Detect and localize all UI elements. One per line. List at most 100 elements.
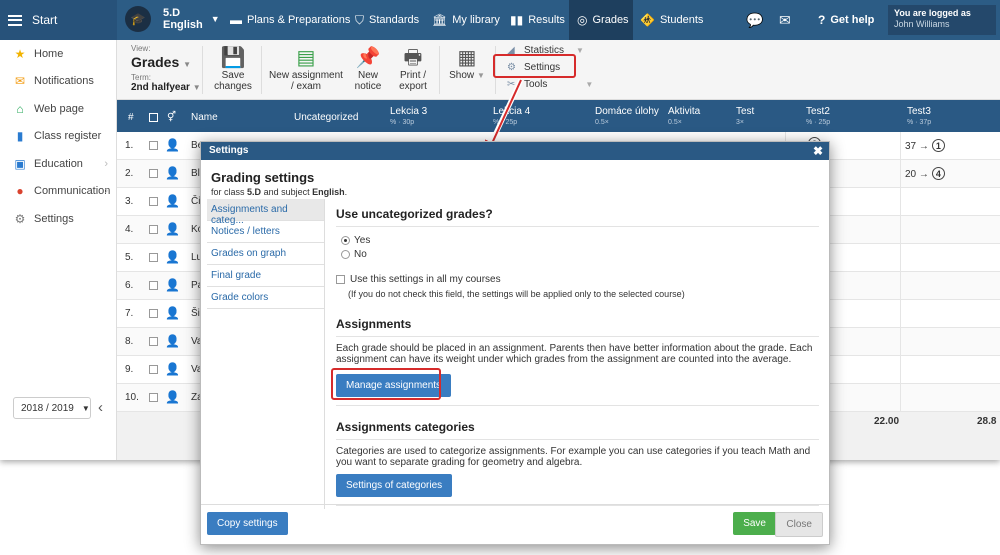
save-changes-button[interactable]: 💾 Save changes xyxy=(213,46,253,92)
col-test3[interactable]: Test3 % · 37p xyxy=(907,106,931,128)
sidebar-item-class-register[interactable]: ▮ Class register xyxy=(0,123,116,151)
tab-grade-colors[interactable]: Grade colors xyxy=(207,287,324,309)
sidebar-item-education[interactable]: ▣ Education › xyxy=(0,150,116,178)
col-lekcia3[interactable]: Lekcia 3 % · 30p xyxy=(390,106,427,128)
bar-chart-icon: ▮▮ xyxy=(510,13,524,27)
col-sub: % · 25p xyxy=(806,119,831,126)
folder-icon: ▬ xyxy=(230,13,242,27)
school-year-select[interactable]: 2018 / 2019 ▼ xyxy=(13,397,91,419)
subtitle-subject: English xyxy=(312,187,345,197)
test3-grade[interactable]: 37 → 1 xyxy=(905,139,945,152)
nav-library[interactable]: 🏛 My library xyxy=(432,0,500,40)
chevron-right-icon: › xyxy=(104,157,108,170)
copy-settings-button[interactable]: Copy settings xyxy=(207,512,288,535)
col-uncategorized[interactable]: Uncategorized xyxy=(294,112,358,123)
chat-icon[interactable]: 💬 xyxy=(746,0,763,40)
col-number: # xyxy=(128,112,134,123)
nav-grades[interactable]: ◎ Grades xyxy=(569,0,633,40)
subtitle-class: 5.D xyxy=(247,187,262,197)
toolbar-divider xyxy=(202,46,203,94)
dialog-titlebar: Settings ✖ xyxy=(201,142,829,160)
radio-yes[interactable]: Yes xyxy=(341,235,819,246)
collapse-sidebar-icon[interactable]: ‹ xyxy=(98,399,103,416)
col-test[interactable]: Test 3× xyxy=(736,106,754,128)
tools-icon: ✂ xyxy=(507,79,516,90)
chevron-down-icon: ▼ xyxy=(192,83,201,92)
col-title: Test3 xyxy=(907,106,931,117)
student-icon: 👤 xyxy=(165,222,180,236)
row-checkbox[interactable] xyxy=(149,281,158,290)
new-assignment-button[interactable]: ▤ New assignment / exam xyxy=(267,46,345,92)
close-button[interactable]: Close xyxy=(775,512,823,537)
row-checkbox[interactable] xyxy=(149,141,158,150)
student-icon: 👤 xyxy=(165,194,180,208)
col-sub: % · 37p xyxy=(907,119,932,126)
row-checkbox[interactable] xyxy=(149,309,158,318)
row-checkbox[interactable] xyxy=(149,337,158,346)
nav-label: Students xyxy=(659,14,704,26)
row-checkbox[interactable] xyxy=(149,365,158,374)
row-number: 10. xyxy=(125,392,139,403)
view-selector[interactable]: View: Grades ▼ Term: 2nd halfyear ▼ xyxy=(131,44,201,93)
col-aktivita[interactable]: Aktivita 0.5× xyxy=(668,106,700,128)
row-checkbox[interactable] xyxy=(149,225,158,234)
col-sub: 0.5× xyxy=(595,119,609,126)
radio-no[interactable]: No xyxy=(341,249,819,260)
nav-standards[interactable]: ⛉ Standards xyxy=(355,0,419,40)
student-name[interactable]: Bl xyxy=(191,168,200,179)
user-box[interactable]: You are logged as John Williams xyxy=(888,5,996,35)
show-button[interactable]: ▦ Show ▼ xyxy=(447,46,487,81)
settings-of-categories-button[interactable]: Settings of categories xyxy=(336,474,453,497)
checkbox-box xyxy=(336,275,345,284)
new-assignment-label: New assignment / exam xyxy=(269,70,343,92)
new-notice-button[interactable]: 📌 New notice xyxy=(351,46,385,92)
test3-grade[interactable]: 20 → 4 xyxy=(905,167,945,180)
print-export-button[interactable]: 🖶 Print / export xyxy=(393,46,433,92)
tab-grades-on-graph[interactable]: Grades on graph xyxy=(207,243,324,265)
student-name[interactable]: Ši xyxy=(191,308,200,319)
term-value[interactable]: 2nd halfyear xyxy=(131,82,190,93)
get-help-link[interactable]: ? Get help xyxy=(818,0,874,40)
radio-empty-icon xyxy=(341,250,350,259)
col-test2[interactable]: Test2 % · 25p xyxy=(806,106,830,128)
sidebar-item-settings[interactable]: ⚙ Settings xyxy=(0,205,116,233)
tab-assignments-categories[interactable]: Assignments and categ... xyxy=(207,199,324,226)
row-checkbox[interactable] xyxy=(149,169,158,178)
start-menu-button[interactable]: Start xyxy=(0,0,117,40)
toolbar-divider xyxy=(439,46,440,94)
radio-label: No xyxy=(354,249,367,260)
nav-results[interactable]: ▮▮ Results xyxy=(510,0,565,40)
manage-highlight xyxy=(331,368,441,400)
new-document-icon: ▤ xyxy=(296,47,316,69)
tab-final-grade[interactable]: Final grade xyxy=(207,265,324,287)
sidebar-item-web-page[interactable]: ⌂ Web page xyxy=(0,95,116,123)
row-checkbox[interactable] xyxy=(149,393,158,402)
close-icon[interactable]: ✖ xyxy=(813,144,823,158)
sidebar-item-notifications[interactable]: ✉ Notifications xyxy=(0,68,116,96)
mail-icon[interactable]: ✉ xyxy=(779,0,791,40)
settings-tabs: Assignments and categ... Notices / lette… xyxy=(207,199,324,309)
chevron-down-icon: ▼ xyxy=(183,60,192,69)
sidebar-item-home[interactable]: ★ Home xyxy=(0,40,116,68)
row-checkbox[interactable] xyxy=(149,253,158,262)
nav-label: Plans & Preparations xyxy=(247,14,351,26)
nav-students[interactable]: 🚸 Students xyxy=(640,0,703,40)
students-icon: 🚸 xyxy=(640,13,655,27)
select-all-checkbox[interactable] xyxy=(149,113,158,122)
toolbar-divider xyxy=(261,46,262,94)
col-name[interactable]: Name xyxy=(191,112,218,123)
student-icon: 👤 xyxy=(165,166,180,180)
nav-plans[interactable]: ▬ Plans & Preparations xyxy=(230,0,350,40)
col-sub: 3× xyxy=(736,119,744,126)
all-courses-checkbox[interactable]: Use this settings in all my courses xyxy=(336,274,819,285)
row-checkbox[interactable] xyxy=(149,197,158,206)
student-icon: 👤 xyxy=(165,250,180,264)
row-number: 4. xyxy=(125,224,134,235)
col-lekcia4[interactable]: Lekcia 4 % · 25p xyxy=(493,106,530,128)
sidebar-item-communication[interactable]: ● Communication › xyxy=(0,178,116,206)
subtitle-text: for class xyxy=(211,187,245,197)
save-button[interactable]: Save xyxy=(733,512,776,535)
col-domace[interactable]: Domáce úlohy 0.5× xyxy=(595,106,659,128)
view-label: View: xyxy=(131,44,151,53)
class-selector[interactable]: 🎓 5.D English ▼ xyxy=(125,6,220,32)
